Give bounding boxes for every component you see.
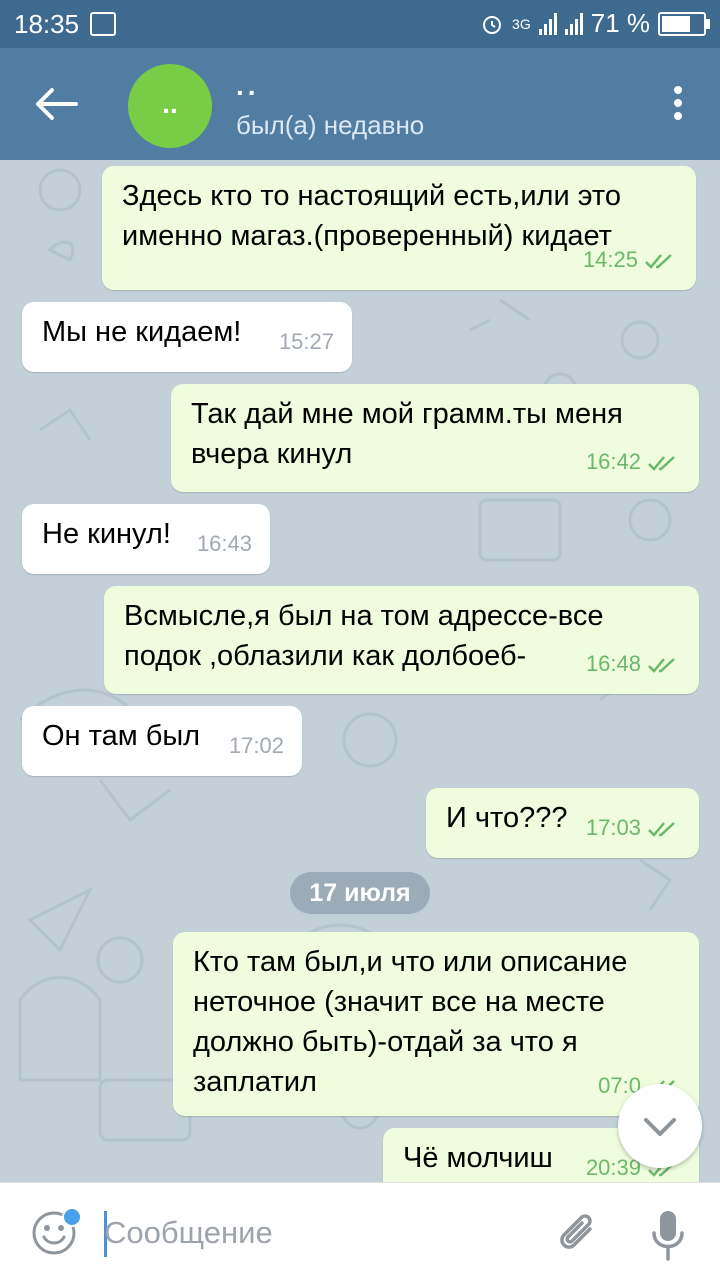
alarm-icon — [483, 15, 502, 34]
message-text: Чё молчиш — [403, 1142, 553, 1174]
message-text: Здесь кто то настоящий есть,или это имен… — [122, 180, 621, 252]
date-divider: 17 июля — [290, 872, 430, 914]
paperclip-icon[interactable] — [556, 1207, 600, 1259]
double-check-icon — [648, 822, 675, 838]
message-text: Всмысле,я был на том адрессе-все подок ,… — [124, 600, 604, 672]
battery-fill — [662, 15, 691, 32]
avatar[interactable]: .. — [128, 64, 212, 148]
microphone-icon[interactable] — [648, 1207, 688, 1263]
signal-icon — [538, 12, 557, 35]
status-icons: 3G 71 % — [480, 8, 710, 39]
message-outgoing[interactable]: Здесь кто то настоящий есть,или это имен… — [102, 166, 696, 290]
double-check-icon — [648, 456, 675, 472]
message-outgoing[interactable]: Всмысле,я был на том адрессе-все подок ,… — [104, 586, 699, 694]
message-list[interactable]: Здесь кто то настоящий есть,или это имен… — [0, 160, 720, 1182]
chat-header: .. .. был(а) недавно — [0, 48, 720, 160]
message-time: 15:27 — [278, 329, 334, 354]
message-input[interactable]: Сообщение — [104, 1207, 524, 1259]
message-time: 17:02 — [228, 733, 284, 758]
message-time: 17:03 — [585, 815, 641, 840]
message-meta: 14:25 — [583, 240, 678, 280]
message-text: Он там был — [42, 720, 201, 752]
double-check-icon — [648, 658, 675, 674]
message-outgoing[interactable]: И что??? 17:03 — [426, 788, 699, 858]
battery-icon — [658, 11, 710, 36]
status-time: 18:35 — [14, 9, 80, 39]
message-meta: 16:42 — [586, 442, 681, 482]
gallery-icon — [90, 12, 116, 36]
more-menu-icon[interactable] — [672, 86, 684, 124]
signal-icon-2 — [564, 12, 583, 35]
notification-dot — [62, 1207, 82, 1227]
message-text: Мы не кидаем! — [42, 316, 242, 348]
message-time: 16:43 — [196, 531, 252, 556]
message-composer: Сообщение — [0, 1182, 720, 1281]
chevron-down-icon — [644, 1118, 676, 1136]
message-outgoing[interactable]: Так дай мне мой грамм.ты меня вчера кину… — [171, 384, 699, 492]
network-type: 3G — [512, 15, 531, 32]
message-time: 16:42 — [585, 449, 641, 474]
message-incoming[interactable]: Мы не кидаем! 15:27 — [22, 302, 352, 372]
message-text: Так дай мне мой грамм.ты меня вчера кину… — [191, 398, 623, 470]
message-meta: 17:03 — [586, 808, 681, 848]
status-bar: 18:35 3G 71 % — [0, 0, 720, 48]
scroll-down-button[interactable] — [618, 1084, 702, 1168]
message-incoming[interactable]: Он там был 17:02 — [22, 706, 302, 776]
chat-status: был(а) недавно — [236, 110, 425, 140]
message-meta: 16:48 — [586, 644, 681, 684]
message-text: И что??? — [446, 802, 568, 834]
message-time: 16:48 — [585, 651, 641, 676]
message-text: Кто там был,и что или описание неточное … — [193, 946, 628, 1098]
message-time: 14:25 — [582, 247, 638, 272]
double-check-icon — [645, 254, 672, 270]
back-arrow-icon[interactable] — [30, 86, 80, 122]
battery-percent: 71 % — [590, 8, 650, 38]
chat-name[interactable]: .. — [236, 70, 260, 102]
message-text: Не кинул! — [42, 518, 171, 550]
message-incoming[interactable]: Не кинул! 16:43 — [22, 504, 270, 574]
